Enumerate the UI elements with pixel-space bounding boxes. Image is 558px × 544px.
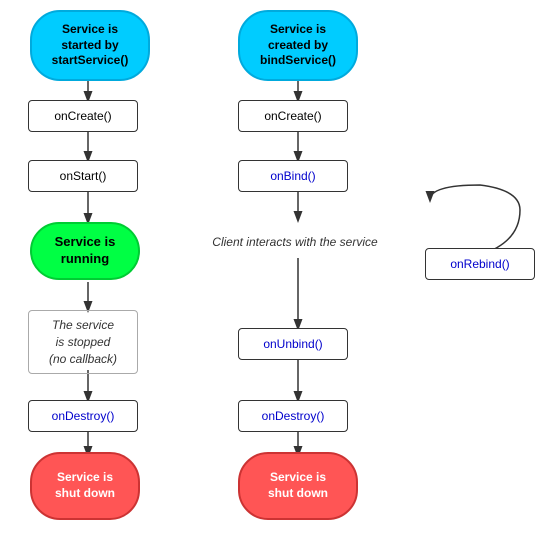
on-start: onStart() (28, 160, 138, 192)
bind-service-label: Service is created by bindService() (260, 22, 336, 69)
on-destroy-right-label: onDestroy() (262, 409, 325, 423)
on-create-left: onCreate() (28, 100, 138, 132)
on-unbind: onUnbind() (238, 328, 348, 360)
diagram: Service is started by startService() Ser… (0, 0, 558, 544)
service-stopped-text: The service is stopped (no callback) (28, 310, 138, 374)
on-destroy-left: onDestroy() (28, 400, 138, 432)
on-create-right: onCreate() (238, 100, 348, 132)
on-rebind: onRebind() (425, 248, 535, 280)
service-running-label: Service is running (55, 234, 116, 268)
on-destroy-left-label: onDestroy() (52, 409, 115, 423)
on-destroy-right: onDestroy() (238, 400, 348, 432)
start-service-pill: Service is started by startService() (30, 10, 150, 81)
service-running-pill: Service is running (30, 222, 140, 280)
client-interacts-label: Client interacts with the service (212, 234, 377, 251)
shutdown-left-pill: Service is shut down (30, 452, 140, 520)
shutdown-left-label: Service is shut down (55, 470, 115, 501)
start-service-label: Service is started by startService() (52, 22, 129, 69)
on-start-label: onStart() (60, 169, 107, 183)
on-unbind-label: onUnbind() (263, 337, 322, 351)
shutdown-right-pill: Service is shut down (238, 452, 358, 520)
on-bind: onBind() (238, 160, 348, 192)
client-interacts-text: Client interacts with the service (190, 228, 400, 256)
bind-service-pill: Service is created by bindService() (238, 10, 358, 81)
on-bind-label: onBind() (270, 169, 315, 183)
on-create-left-label: onCreate() (54, 109, 111, 123)
shutdown-right-label: Service is shut down (268, 470, 328, 501)
on-rebind-label: onRebind() (450, 257, 509, 271)
service-stopped-label: The service is stopped (no callback) (49, 317, 117, 367)
on-create-right-label: onCreate() (264, 109, 321, 123)
